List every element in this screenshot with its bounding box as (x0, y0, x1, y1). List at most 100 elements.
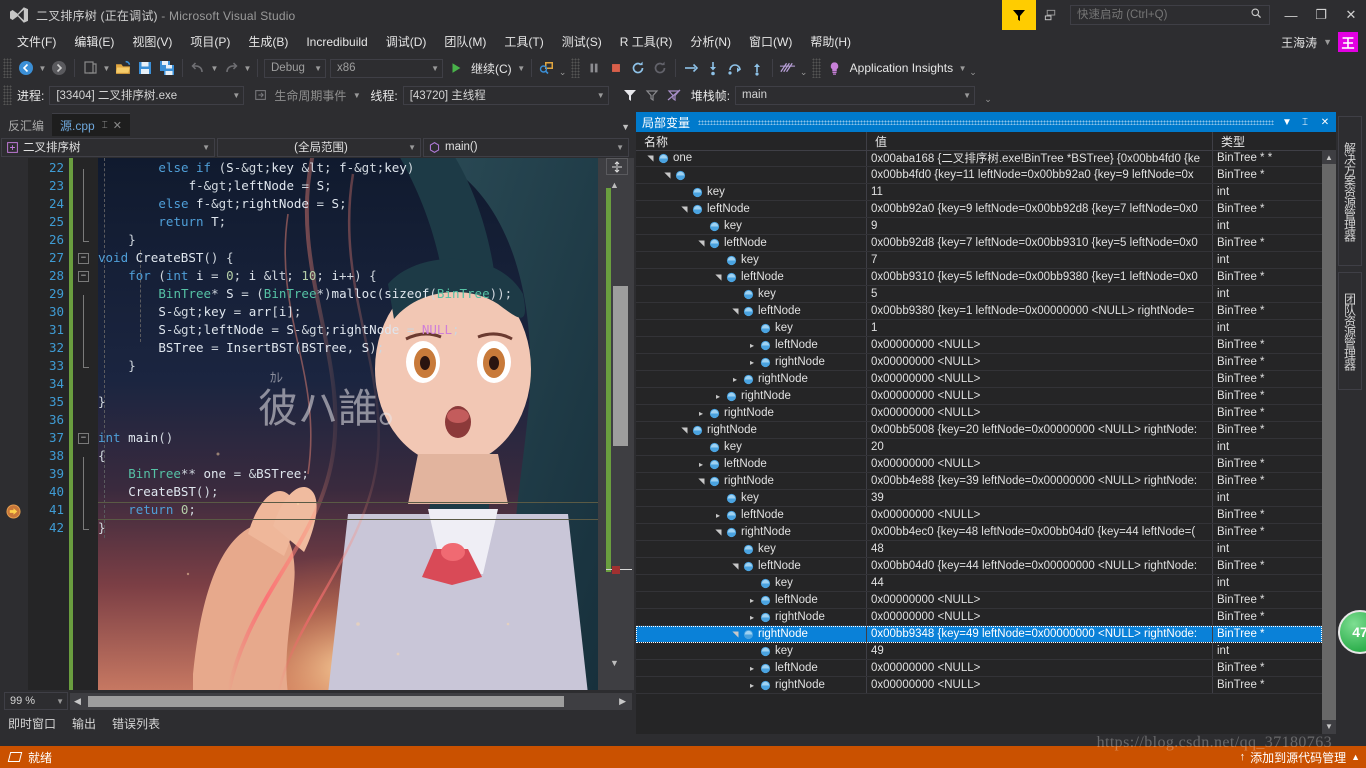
application-insights-dropdown-icon[interactable]: ▼ (957, 57, 968, 79)
locals-row[interactable]: ▸ leftNode 0x00000000 <NULL> BinTree * (636, 507, 1322, 524)
lifecycle-dropdown-icon[interactable]: ▼ (351, 84, 362, 106)
expander-collapsed-icon[interactable]: ▸ (746, 613, 758, 622)
scroll-down-icon[interactable]: ▼ (610, 658, 619, 668)
locals-row[interactable]: ▸ rightNode 0x00000000 <NULL> BinTree * (636, 405, 1322, 422)
chevron-down-icon[interactable]: ▼ (314, 64, 322, 73)
locals-row[interactable]: ▸ leftNode 0x00000000 <NULL> BinTree * (636, 456, 1322, 473)
threads-overflow-icon[interactable]: ⌄ (799, 56, 809, 80)
expander-expanded-icon[interactable]: ◢ (731, 560, 740, 572)
locals-cell-value[interactable]: 49 (867, 643, 1213, 659)
editor-horizontal-scrollbar[interactable]: ◀ ▶ (70, 692, 632, 710)
new-project-icon[interactable] (79, 57, 101, 79)
code-fold-toggle[interactable]: − (78, 271, 89, 282)
expander-expanded-icon[interactable]: ◢ (731, 305, 740, 317)
locals-row[interactable]: ▸ rightNode 0x00000000 <NULL> BinTree * (636, 388, 1322, 405)
locals-cell-value[interactable]: 0x00000000 <NULL> (867, 660, 1213, 676)
expander-expanded-icon[interactable]: ◢ (714, 526, 723, 538)
locals-cell-value[interactable]: 0x00000000 <NULL> (867, 337, 1213, 353)
menu-item-file[interactable]: 文件(F) (8, 31, 65, 53)
locals-row[interactable]: key 48 int (636, 541, 1322, 558)
navigate-forward-icon[interactable] (48, 57, 70, 79)
chevron-down-icon[interactable]: ▼ (1323, 37, 1332, 47)
locals-cell-value[interactable]: 0x00bb5008 {key=20 leftNode=0x00000000 <… (867, 422, 1213, 438)
attach-overflow-icon[interactable]: ⌄ (558, 56, 568, 80)
code-line[interactable]: f-&gt;leftNode = S; (189, 178, 332, 193)
code-fold-toggle[interactable]: − (78, 433, 89, 444)
app-insights-overflow-icon[interactable]: ⌄ (968, 56, 978, 80)
expander-expanded-icon[interactable]: ◢ (646, 152, 655, 164)
threads-window-icon[interactable] (777, 57, 799, 79)
step-into-icon[interactable] (702, 57, 724, 79)
pin-icon[interactable]: ⌶ (102, 120, 108, 131)
quick-launch-box[interactable] (1070, 5, 1270, 25)
close-icon[interactable]: ✕ (1316, 112, 1334, 132)
menu-item-team[interactable]: 团队(M) (435, 31, 495, 53)
locals-cell-value[interactable]: 0x00bb92d8 {key=7 leftNode=0x00bb9310 {k… (867, 235, 1213, 251)
locals-row[interactable]: ▸ rightNode 0x00000000 <NULL> BinTree * (636, 677, 1322, 694)
solution-platform-combo[interactable]: x86 ▼ (330, 58, 443, 78)
step-over-icon[interactable] (724, 57, 746, 79)
avatar[interactable]: 王 (1338, 32, 1358, 52)
thread-combo[interactable]: [43720] 主线程 ▼ (402, 85, 609, 105)
locals-row[interactable]: key 39 int (636, 490, 1322, 507)
tab-output[interactable]: 输出 (64, 713, 104, 734)
locals-row[interactable]: key 7 int (636, 252, 1322, 269)
locals-row[interactable]: ◢ rightNode 0x00bb4e88 {key=39 leftNode=0x… (636, 473, 1322, 490)
lifecycle-events-label[interactable]: 生命周期事件 (272, 87, 351, 104)
close-icon[interactable]: ✕ (113, 119, 122, 132)
locals-cell-value[interactable]: 11 (867, 184, 1213, 200)
locals-row[interactable]: ◢ 0x00bb4fd0 {key=11 leftNode=0x00bb92a0 … (636, 167, 1322, 184)
menu-item-incredibuild[interactable]: Incredibuild (297, 31, 376, 53)
continue-button-label[interactable]: 继续(C) (467, 60, 516, 77)
navigate-backward-dropdown-icon[interactable]: ▼ (37, 57, 48, 79)
toolbar-grip-2[interactable] (570, 58, 580, 78)
toolbar-grip[interactable] (3, 58, 12, 78)
toolbar-grip-3[interactable] (811, 58, 821, 78)
locals-rows[interactable]: ◢ one 0x00aba168 {二叉排序树.exe!BinTree *BSTre… (636, 150, 1322, 734)
tab-error-list[interactable]: 错误列表 (104, 713, 168, 734)
type-scope-combo[interactable]: (全局范围) ▼ (217, 137, 421, 157)
locals-cell-value[interactable]: 48 (867, 541, 1213, 557)
title-drag-dots[interactable] (698, 120, 1274, 125)
locals-cell-value[interactable]: 0x00000000 <NULL> (867, 677, 1213, 693)
locals-row[interactable]: key 5 int (636, 286, 1322, 303)
expander-collapsed-icon[interactable]: ▸ (746, 664, 758, 673)
locals-cell-value[interactable]: 0x00bb9348 {key=49 leftNode=0x00000000 <… (867, 626, 1213, 642)
expander-collapsed-icon[interactable]: ▸ (746, 341, 758, 350)
expander-expanded-icon[interactable]: ◢ (697, 237, 706, 249)
rail-tab-solution-explorer[interactable]: 解决方案资源管理器 (1338, 116, 1362, 266)
locals-row[interactable]: ▸ leftNode 0x00000000 <NULL> BinTree * (636, 592, 1322, 609)
breakpoint-marker[interactable] (612, 566, 620, 574)
scroll-down-icon[interactable]: ▼ (1325, 722, 1333, 731)
locals-dropdown-icon[interactable]: ▼ (1278, 112, 1296, 132)
source-control-label[interactable]: 添加到源代码管理 (1250, 749, 1346, 766)
navigate-backward-icon[interactable] (15, 57, 37, 79)
locals-row[interactable]: ◢ rightNode 0x00bb5008 {key=20 leftNode=0x… (636, 422, 1322, 439)
locals-row[interactable]: key 11 int (636, 184, 1322, 201)
chevron-down-icon[interactable]: ▼ (431, 64, 439, 73)
locals-row[interactable]: ▸ leftNode 0x00000000 <NULL> BinTree * (636, 660, 1322, 677)
locals-cell-value[interactable]: 0x00000000 <NULL> (867, 456, 1213, 472)
code-line[interactable]: S-&gt;leftNode = S-&gt;rightNode = NULL; (158, 322, 459, 337)
expander-expanded-icon[interactable]: ◢ (680, 424, 689, 436)
code-line[interactable]: } (128, 232, 136, 247)
menu-item-edit[interactable]: 编辑(E) (65, 31, 123, 53)
undo-dropdown-icon[interactable]: ▼ (209, 57, 220, 79)
locals-row[interactable]: ▸ leftNode 0x00000000 <NULL> BinTree * (636, 337, 1322, 354)
locals-cell-value[interactable]: 0x00000000 <NULL> (867, 354, 1213, 370)
redo-dropdown-icon[interactable]: ▼ (242, 57, 253, 79)
locals-row[interactable]: key 9 int (636, 218, 1322, 235)
code-line[interactable]: else if (S-&gt;key &lt; f-&gt;key) (158, 160, 414, 175)
locals-row[interactable]: ◢ leftNode 0x00bb92a0 {key=9 leftNode=0x00… (636, 201, 1322, 218)
save-all-icon[interactable] (156, 57, 178, 79)
expander-expanded-icon[interactable]: ◢ (663, 169, 672, 181)
locals-row[interactable]: ▸ rightNode 0x00000000 <NULL> BinTree * (636, 609, 1322, 626)
account-area[interactable]: 王海涛 ▼ 王 (1281, 30, 1358, 54)
locals-cell-value[interactable]: 0x00000000 <NULL> (867, 405, 1213, 421)
chevron-down-icon[interactable]: ▼ (963, 91, 971, 100)
code-line[interactable]: else f-&gt;rightNode = S; (158, 196, 346, 211)
restore-button[interactable]: ❐ (1306, 0, 1336, 30)
scroll-left-icon[interactable]: ◀ (74, 696, 81, 707)
locals-row[interactable]: ▸ rightNode 0x00000000 <NULL> BinTree * (636, 354, 1322, 371)
rail-tab-team-explorer[interactable]: 团队资源管理器 (1338, 272, 1362, 390)
